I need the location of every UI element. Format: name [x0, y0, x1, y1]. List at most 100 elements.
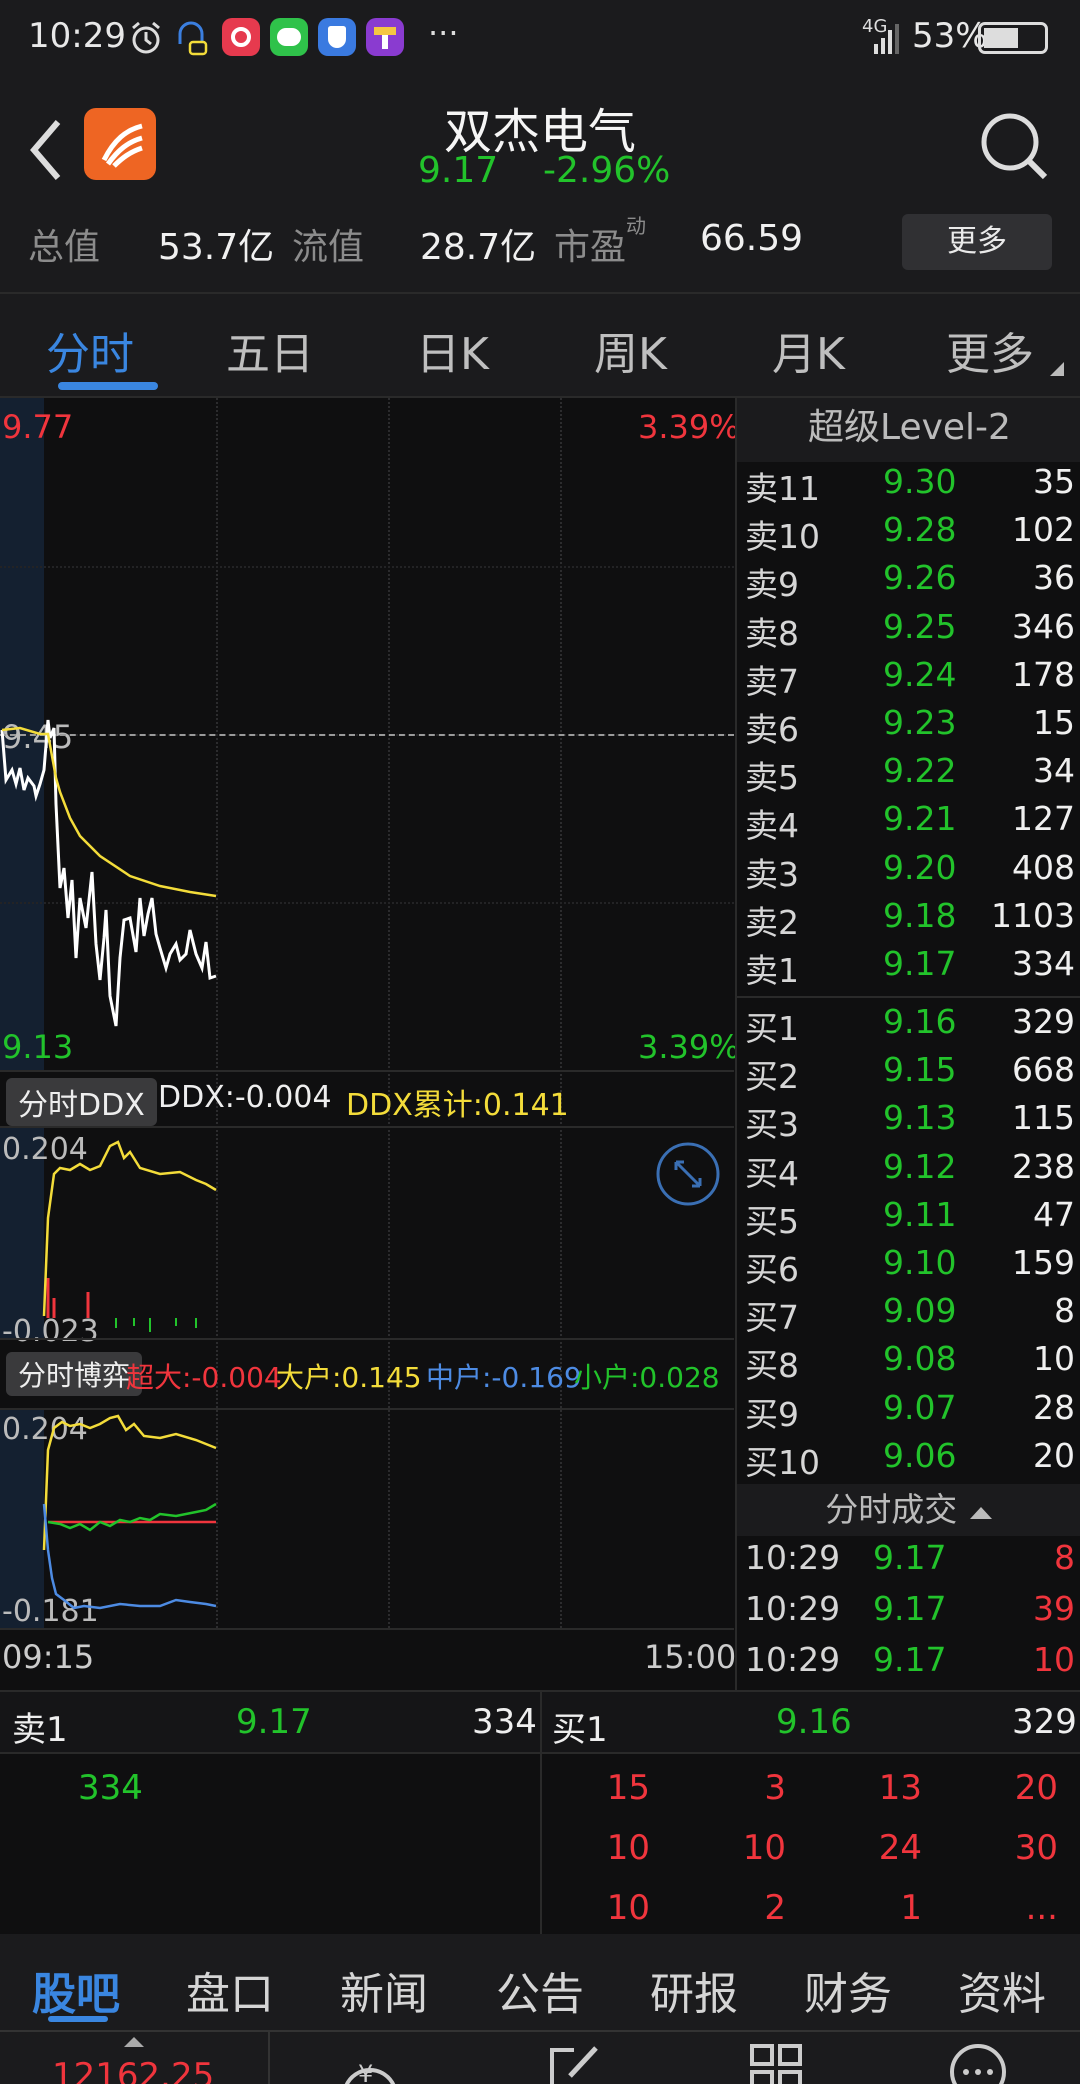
order-book: 超级Level-2 卖11 9.30 35 卖10 9.28 102 卖9 9.26 36 卖8 9… [735, 398, 1080, 1690]
orderbook-title: 超级Level-2 [737, 398, 1080, 462]
ask-row[interactable]: 卖3 9.20 408 [745, 848, 1075, 896]
bid-volume: 159 [1012, 1243, 1075, 1282]
ask-row[interactable]: 卖10 9.28 102 [745, 510, 1075, 558]
bid-row[interactable]: 买4 9.12 238 [745, 1147, 1075, 1195]
game-tag[interactable]: 分时博弈 [6, 1352, 143, 1396]
queue-buy-order: 20 [1014, 1768, 1058, 1808]
ticks-header[interactable]: 分时成交 [737, 1484, 1080, 1536]
metric-pe-value: 66.59 [700, 218, 804, 259]
bid-label: 买7 [745, 1298, 799, 1338]
bid-label: 买3 [745, 1105, 799, 1145]
tab-intraday[interactable]: 分时 [46, 318, 134, 382]
time-end-label: 15:00 [644, 1638, 737, 1676]
tab-weekly-k[interactable]: 周K [594, 318, 667, 382]
tab-monthly-k[interactable]: 月K [772, 318, 845, 382]
btab-announce[interactable]: 公告 [496, 1958, 584, 2022]
tick-list: 10:29 9.17 8 10:29 9.17 39 10:29 9.17 10 [737, 1538, 1080, 1690]
tab-daily-k[interactable]: 日K [416, 318, 489, 382]
chat-more-icon[interactable] [948, 2042, 1008, 2084]
bid-row[interactable]: 买5 9.11 47 [745, 1195, 1075, 1243]
queue-buy-order: 10 [606, 1888, 650, 1928]
assistant-icon [178, 21, 208, 56]
ask-label: 卖11 [745, 469, 820, 508]
btab-finance[interactable]: 财务 [804, 1958, 892, 2022]
bid-row[interactable]: 买3 9.13 115 [745, 1098, 1075, 1146]
ask-volume: 36 [1033, 558, 1075, 598]
ask-row[interactable]: 卖2 9.18 1103 [745, 896, 1075, 944]
edit-icon[interactable] [546, 2042, 602, 2084]
bid-label: 买8 [745, 1346, 799, 1386]
bid-row[interactable]: 买7 9.09 8 [745, 1291, 1075, 1339]
btab-news[interactable]: 新闻 [340, 1958, 428, 2022]
caret-up-icon[interactable] [122, 2036, 146, 2048]
ask-row[interactable]: 卖8 9.25 346 [745, 607, 1075, 655]
bid-volume: 47 [1033, 1194, 1075, 1234]
bid-label: 买5 [745, 1201, 799, 1241]
ask-row[interactable]: 卖9 9.26 36 [745, 558, 1075, 606]
metric-pe-sup: 动 [626, 214, 646, 238]
bid-volume: 238 [1012, 1146, 1075, 1186]
chart-area[interactable]: 9.77 3.39% 9.45 9.13 3.39% 分时DDX DDX:-0.… [0, 398, 740, 1688]
tick-volume: 10 [1033, 1640, 1075, 1679]
ask-row[interactable]: 卖1 9.17 334 [745, 944, 1075, 992]
tick-time: 10:29 [745, 1538, 841, 1577]
ask-row[interactable]: 卖6 9.23 15 [745, 703, 1075, 751]
metric-total-value: 53.7亿 [158, 227, 275, 268]
queue-buy-vol: 329 [1012, 1702, 1077, 1742]
grid-icon[interactable] [748, 2042, 804, 2084]
bid-volume: 668 [1012, 1050, 1075, 1090]
search-icon[interactable] [976, 108, 1052, 184]
svg-text:¥: ¥ [358, 2060, 373, 2084]
ask-volume: 102 [1012, 510, 1075, 550]
btab-quote[interactable]: 盘口 [186, 1958, 274, 2022]
bid-row[interactable]: 买6 9.10 159 [745, 1243, 1075, 1291]
bid-list: 买1 9.16 329 买2 9.15 668 买3 9.13 115 买4 9.12 238 买5 9.… [737, 1002, 1080, 1482]
bid-label: 买4 [745, 1153, 799, 1193]
bid-row[interactable]: 买8 9.08 10 [745, 1339, 1075, 1387]
alarm-icon [132, 21, 160, 54]
queue-buy-order: 3 [764, 1768, 786, 1808]
bid-row[interactable]: 买9 9.07 28 [745, 1388, 1075, 1436]
btab-forum[interactable]: 股吧 [32, 1958, 120, 2022]
bid-price: 9.09 [883, 1291, 957, 1331]
bid-price: 9.13 [883, 1098, 957, 1138]
btab-profile[interactable]: 资料 [958, 1958, 1046, 2022]
price-change-pct: -2.96% [543, 150, 671, 191]
queue-sell-order: 334 [78, 1768, 143, 1808]
ask-row[interactable]: 卖7 9.24 178 [745, 655, 1075, 703]
ask-volume: 408 [1012, 847, 1075, 887]
ask-row[interactable]: 卖5 9.22 34 [745, 751, 1075, 799]
metric-float-value: 28.7亿 [420, 227, 537, 268]
tick-price: 9.17 [873, 1538, 947, 1577]
bid-volume: 329 [1012, 1002, 1075, 1041]
bid-price: 9.12 [883, 1146, 957, 1186]
btab-research[interactable]: 研报 [650, 1958, 738, 2022]
bid-row[interactable]: 买1 9.16 329 [745, 1002, 1075, 1050]
tab-five-day[interactable]: 五日 [226, 318, 314, 382]
game-large: 大户:0.145 [276, 1361, 422, 1394]
current-price: 9.17 [418, 150, 499, 191]
status-bar: 10:29 ··· 4G 53% [0, 0, 1080, 78]
yuan-refresh-icon[interactable]: ¥ [338, 2046, 402, 2084]
ask-volume: 34 [1033, 751, 1075, 791]
index-value[interactable]: 12162.25 [52, 2056, 214, 2084]
ddx-tag[interactable]: 分时DDX [6, 1078, 157, 1126]
ask-label: 卖7 [745, 661, 799, 701]
price-line [0, 719, 217, 1027]
bid-label: 买10 [745, 1442, 820, 1482]
ask-label: 卖1 [745, 951, 799, 990]
ask-row[interactable]: 卖11 9.30 35 [745, 462, 1075, 510]
more-button[interactable]: 更多 [902, 214, 1052, 270]
tab-more[interactable]: 更多 [946, 318, 1034, 382]
game-small: 小户:0.028 [574, 1361, 720, 1394]
bid-row[interactable]: 买2 9.15 668 [745, 1050, 1075, 1098]
message-app-icon [270, 18, 308, 56]
price-chart [0, 719, 217, 1027]
ask-row[interactable]: 卖4 9.21 127 [745, 799, 1075, 847]
bid-row[interactable]: 买10 9.06 20 [745, 1436, 1075, 1484]
ask-price: 9.23 [883, 703, 957, 742]
bid-volume: 10 [1033, 1339, 1075, 1379]
ask-price: 9.26 [883, 558, 957, 598]
ask-price: 9.21 [883, 799, 957, 839]
ticks-title: 分时成交 [825, 1490, 958, 1529]
